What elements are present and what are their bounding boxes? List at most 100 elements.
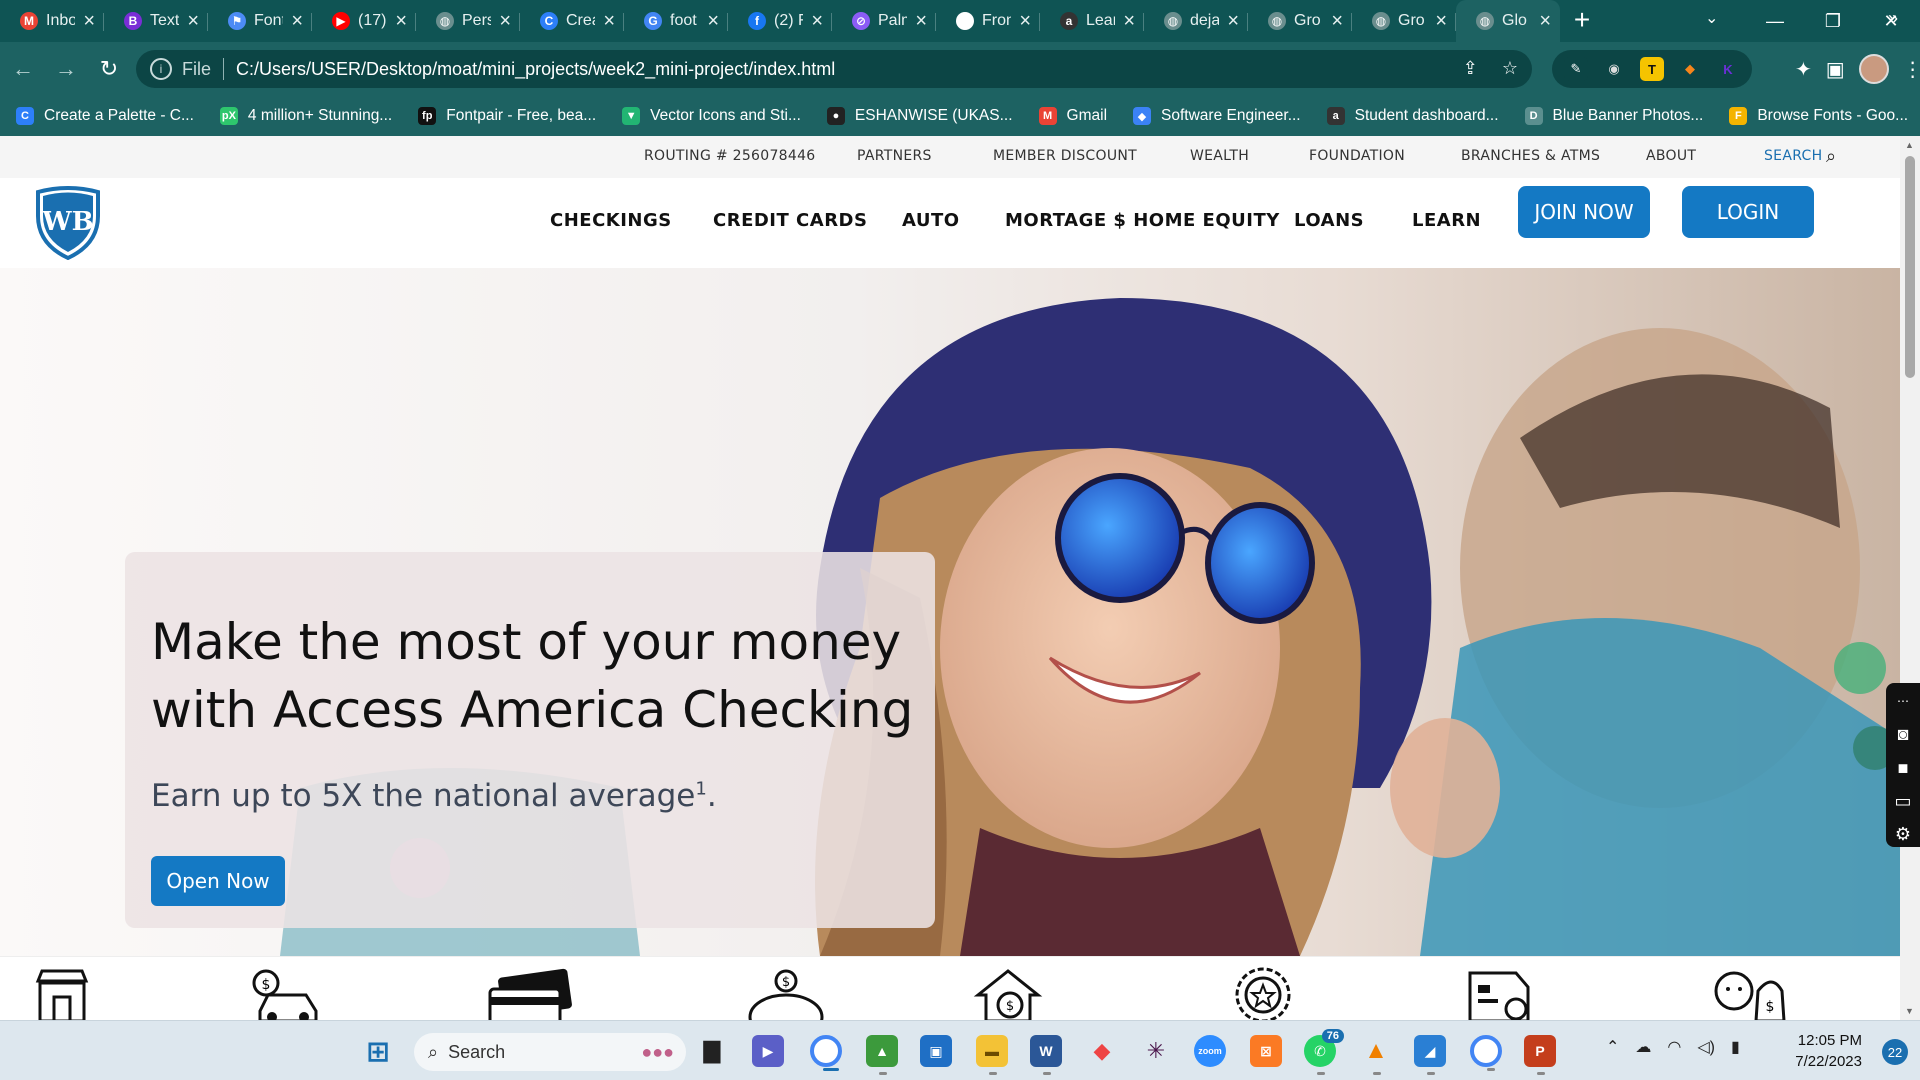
avatar[interactable]: [1858, 54, 1889, 84]
kiwi-extension-icon[interactable]: K: [1716, 57, 1740, 81]
wb-logo[interactable]: WB: [34, 186, 102, 260]
side-panel-icon[interactable]: ▣: [1826, 57, 1845, 82]
ms-store-icon[interactable]: ▣: [920, 1035, 952, 1067]
browser-tab[interactable]: ◍ Pers ×: [416, 0, 520, 42]
piggy-bank-icon[interactable]: $: [740, 967, 830, 1020]
close-tab-icon[interactable]: ×: [187, 11, 199, 31]
zoom-icon[interactable]: zoom: [1194, 1035, 1226, 1067]
close-tab-icon[interactable]: ×: [291, 11, 303, 31]
windows-start-icon[interactable]: ⊞: [362, 1035, 394, 1067]
gem-app-icon[interactable]: ◆: [1086, 1035, 1118, 1067]
nav-credit-cards[interactable]: CREDIT CARDS: [713, 210, 867, 231]
nav-checkings[interactable]: CHECKINGS: [550, 210, 672, 231]
scroll-down-icon[interactable]: ▼: [1905, 1006, 1914, 1016]
window-capture-icon[interactable]: ▭: [1890, 789, 1916, 813]
volume-icon[interactable]: ◁): [1697, 1037, 1715, 1057]
close-tab-icon[interactable]: ×: [915, 11, 927, 31]
browser-tab[interactable]: Gfoot ×: [624, 0, 728, 42]
powerpoint-icon[interactable]: P: [1524, 1035, 1556, 1075]
wifi-icon[interactable]: ◠: [1667, 1037, 1681, 1057]
nav-learn[interactable]: LEARN: [1412, 210, 1481, 231]
settings-gear-icon[interactable]: ⚙: [1890, 823, 1916, 847]
chrome-profile-icon[interactable]: [1470, 1035, 1502, 1071]
browser-tab[interactable]: ▶ (17) ×: [312, 0, 416, 42]
advisor-icon[interactable]: $: [1710, 967, 1790, 1020]
open-now-button[interactable]: Open Now: [151, 856, 285, 906]
task-view-icon[interactable]: ▇: [696, 1035, 728, 1067]
close-tab-icon[interactable]: ×: [811, 11, 823, 31]
pin-icon[interactable]: ⋯: [1890, 689, 1916, 713]
back-icon[interactable]: ←: [3, 49, 43, 89]
join-now-button[interactable]: JOIN NOW: [1518, 186, 1650, 238]
browser-tab[interactable]: ⚑ Fonts ×: [208, 0, 312, 42]
video-icon[interactable]: ■: [1890, 756, 1916, 780]
close-tab-icon[interactable]: ×: [1123, 11, 1135, 31]
bookmark-item[interactable]: D Blue Banner Photos...: [1524, 107, 1703, 125]
nav-mortgage-home-equity[interactable]: MORTAGE $ HOME EQUITY: [1005, 210, 1280, 231]
browser-tab[interactable]: f (2) F ×: [728, 0, 832, 42]
forward-icon[interactable]: →: [46, 49, 86, 89]
browser-tab[interactable]: ⊘ Palm ×: [832, 0, 936, 42]
word-icon[interactable]: W: [1030, 1035, 1062, 1075]
close-tab-icon[interactable]: ×: [395, 11, 407, 31]
pen-extension-icon[interactable]: ✎: [1564, 57, 1588, 81]
chevron-up-icon[interactable]: ⌃: [1606, 1037, 1619, 1057]
address-bar[interactable]: i File C:/Users/USER/Desktop/moat/mini_p…: [136, 50, 1532, 88]
taskbar-search[interactable]: ⌕ Search ●●●: [414, 1033, 686, 1071]
whatsapp-icon[interactable]: ✆ 76: [1304, 1029, 1344, 1075]
bookmark-item[interactable]: fp Fontpair - Free, bea...: [418, 107, 596, 125]
nav-loans[interactable]: LOANS: [1294, 210, 1364, 231]
metamask-icon[interactable]: ◆: [1678, 57, 1702, 81]
restore-icon[interactable]: ❐: [1804, 0, 1862, 42]
image-viewer-icon[interactable]: ▲: [866, 1035, 898, 1075]
browser-tab[interactable]: a Lear ×: [1040, 0, 1144, 42]
notification-badge[interactable]: 22: [1882, 1039, 1908, 1065]
car-loan-icon[interactable]: $: [246, 967, 326, 1020]
about-link[interactable]: ABOUT: [1646, 148, 1696, 164]
browser-tab[interactable]: M Inbox ×: [0, 0, 104, 42]
foundation-link[interactable]: FOUNDATION: [1309, 148, 1405, 164]
scroll-up-icon[interactable]: ▲: [1905, 140, 1914, 150]
close-tab-icon[interactable]: ×: [603, 11, 615, 31]
bookmark-item[interactable]: a Student dashboard...: [1326, 107, 1499, 125]
wealth-link[interactable]: WEALTH: [1190, 148, 1249, 164]
url-text[interactable]: C:/Users/USER/Desktop/moat/mini_projects…: [236, 59, 835, 80]
member-discount-link[interactable]: MEMBER DISCOUNT: [993, 148, 1137, 164]
bookmark-item[interactable]: ▼ Vector Icons and Sti...: [622, 107, 801, 125]
search-link[interactable]: SEARCH: [1764, 148, 1822, 164]
teams-icon[interactable]: ▶: [752, 1035, 784, 1067]
chrome-icon[interactable]: [810, 1035, 842, 1071]
xampp-icon[interactable]: ⊠: [1250, 1035, 1282, 1067]
page-scrollbar[interactable]: ▲ ▼: [1900, 136, 1920, 1020]
extension-icon[interactable]: ◉: [1602, 57, 1626, 81]
browser-tab[interactable]: ◍ deja ×: [1144, 0, 1248, 42]
close-tab-icon[interactable]: ×: [83, 11, 95, 31]
browser-tab[interactable]: ◍ Glo ×: [1456, 0, 1560, 42]
home-equity-icon[interactable]: $: [970, 967, 1046, 1020]
tab-search-icon[interactable]: ⌄: [1705, 8, 1718, 28]
browser-tab[interactable]: C Crea ×: [520, 0, 624, 42]
delivery-truck-icon[interactable]: [1464, 967, 1544, 1020]
clock[interactable]: 12:05 PM 7/22/2023: [1790, 1030, 1862, 1072]
close-tab-icon[interactable]: ×: [1435, 11, 1447, 31]
close-tab-icon[interactable]: ×: [1539, 11, 1551, 31]
close-tab-icon[interactable]: ×: [707, 11, 719, 31]
bookmark-item[interactable]: M Gmail: [1038, 107, 1107, 125]
bookmark-star-icon[interactable]: ☆: [1502, 58, 1518, 79]
tampermonkey-icon[interactable]: T: [1640, 57, 1664, 81]
bookmark-item[interactable]: ◆ Software Engineer...: [1133, 107, 1301, 125]
info-icon[interactable]: i: [150, 58, 172, 80]
share-icon[interactable]: ⇪: [1463, 58, 1478, 79]
bookmarks-overflow-icon[interactable]: »: [1888, 8, 1898, 29]
login-button[interactable]: LOGIN: [1682, 186, 1814, 238]
scroll-thumb[interactable]: [1905, 156, 1915, 378]
credit-card-icon[interactable]: [486, 967, 576, 1020]
close-tab-icon[interactable]: ×: [1227, 11, 1239, 31]
close-tab-icon[interactable]: ×: [1019, 11, 1031, 31]
browser-tab[interactable]: ◍ Gro ×: [1352, 0, 1456, 42]
bookmark-item[interactable]: pX 4 million+ Stunning...: [219, 107, 392, 125]
photos-icon[interactable]: ◢: [1414, 1035, 1446, 1075]
store-icon[interactable]: [34, 967, 90, 1020]
close-tab-icon[interactable]: ×: [499, 11, 511, 31]
browser-tab[interactable]: ✎ Fron ×: [936, 0, 1040, 42]
